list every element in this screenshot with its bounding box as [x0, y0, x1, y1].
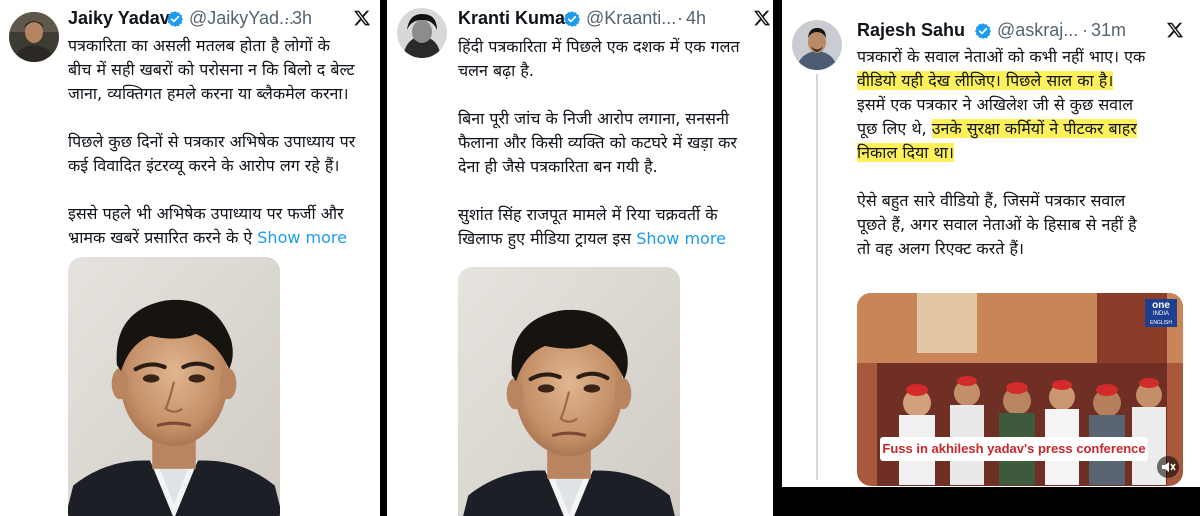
- avatar[interactable]: [397, 8, 447, 58]
- show-more-link[interactable]: Show more: [257, 228, 347, 247]
- avatar[interactable]: [792, 20, 842, 70]
- timestamp[interactable]: 3h: [292, 8, 312, 29]
- separator-dot: ·: [677, 8, 683, 28]
- verified-badge-icon: [974, 22, 992, 40]
- highlighted-text: वीडियो यही देख लीजिए। पिछले साल का है।: [857, 71, 1114, 90]
- tweet-text: पत्रकारिता का असली मतलब होता है लोगों के…: [68, 36, 356, 247]
- thread-line: [816, 74, 818, 480]
- highlighted-text: निकाल दिया था।: [857, 143, 954, 162]
- x-logo-icon[interactable]: [753, 9, 771, 27]
- tweet-photo[interactable]: [458, 267, 680, 516]
- channel-logo: one INDIA ENGLISH: [1150, 300, 1172, 327]
- tweet-photo[interactable]: [68, 257, 280, 516]
- tweet-card-jaiky-yadav[interactable]: Jaiky Yadav @JaikyYad... · 3h पत्रकारिता…: [0, 0, 380, 516]
- verified-badge-icon: [166, 10, 184, 28]
- author-name[interactable]: Kranti Kumar: [458, 8, 572, 29]
- tweet-video[interactable]: one INDIA ENGLISH Fuss in akhilesh yadav…: [857, 293, 1183, 486]
- tweet-text: हिंदी पत्रकारिता में पिछले एक दशक में एक…: [458, 37, 740, 248]
- highlighted-text: उनके सुरक्षा कर्मियों ने पीटकर बाहर: [931, 119, 1137, 138]
- x-logo-icon[interactable]: [1166, 21, 1184, 39]
- author-name[interactable]: Rajesh Sahu: [857, 20, 965, 41]
- x-logo-icon[interactable]: [353, 9, 371, 27]
- author-name[interactable]: Jaiky Yadav: [68, 8, 170, 29]
- timestamp[interactable]: 31m: [1091, 20, 1126, 41]
- separator-dot: ·: [284, 8, 290, 28]
- tweet-text: पत्रकारों के सवाल नेताओं को कभी नहीं भाए…: [857, 47, 1146, 258]
- timestamp[interactable]: 4h: [686, 8, 706, 29]
- volume-icon[interactable]: [1160, 459, 1176, 475]
- author-handle[interactable]: @Kraanti...: [586, 8, 676, 29]
- author-handle[interactable]: @askraj...: [997, 20, 1078, 41]
- author-handle[interactable]: @JaikyYad...: [189, 8, 294, 29]
- avatar[interactable]: [9, 12, 59, 62]
- tweet-card-kranti-kumar[interactable]: Kranti Kumar @Kraanti... · 4h हिंदी पत्र…: [387, 0, 773, 516]
- verified-badge-icon: [563, 10, 581, 28]
- tweet-card-rajesh-sahu[interactable]: Rajesh Sahu @askraj... · 31m पत्रकारों क…: [782, 0, 1200, 487]
- video-caption: Fuss in akhilesh yadav's press conferenc…: [880, 437, 1148, 461]
- separator-dot: ·: [1082, 20, 1088, 40]
- show-more-link[interactable]: Show more: [636, 229, 726, 248]
